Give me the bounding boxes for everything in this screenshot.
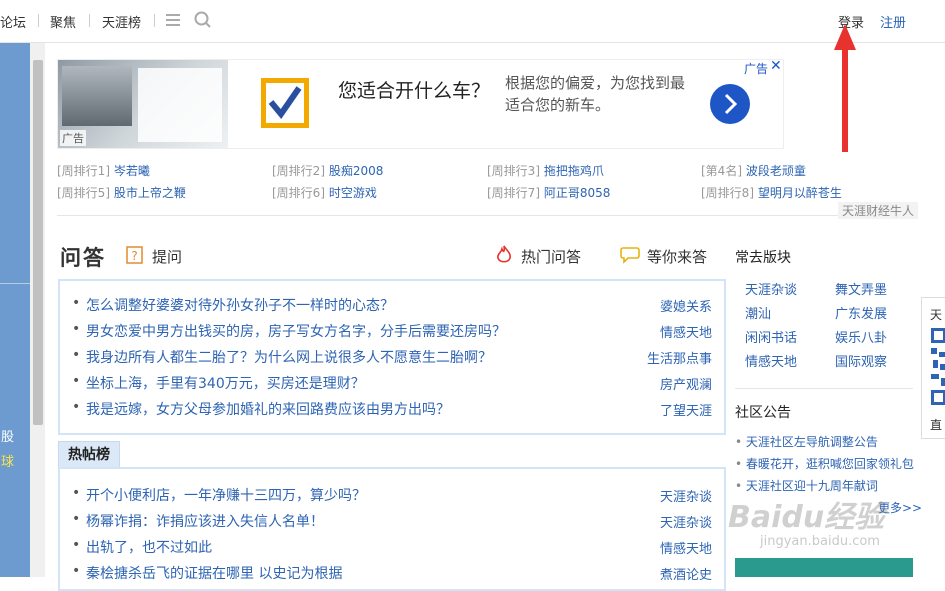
ad-image-landscape	[62, 66, 132, 126]
divider	[735, 388, 913, 389]
ranking-item[interactable]: [周排行7] 阿正哥8058	[487, 184, 610, 201]
ranking-item[interactable]: [周排行8] 望明月以醉苍生	[701, 184, 842, 201]
boards-title: 常去版块	[735, 250, 791, 266]
chat-bubble-icon	[620, 247, 640, 264]
chevron-right-icon[interactable]	[709, 83, 751, 125]
strip-label[interactable]: 股	[1, 426, 14, 445]
qr-code-icon	[931, 328, 945, 405]
list-item[interactable]: • 开个小便利店，一年净赚十三四万，算少吗？ 天涯杂谈	[72, 485, 712, 511]
board-link[interactable]: 天涯杂谈	[745, 279, 797, 298]
checkmark-logo-icon	[261, 78, 309, 128]
nav-divider	[38, 14, 39, 27]
close-icon[interactable]: ✕	[770, 58, 782, 74]
list-item[interactable]: • 怎么调整好婆婆对待外孙女孙子不一样时的心态？ 婆媳关系	[72, 295, 712, 321]
ranking-footer[interactable]: 天涯财经牛人	[838, 202, 919, 219]
qr-label: 天	[930, 308, 943, 322]
watermark-text: Baidu经验	[728, 500, 885, 535]
qr-float-panel[interactable]: 天 直	[921, 297, 945, 439]
hot-posts-tab[interactable]: 热帖榜	[58, 441, 120, 468]
watermark-url: jingyan.baidu.com	[760, 534, 880, 549]
left-nav-strip[interactable]: 股 球	[0, 43, 30, 577]
board-link[interactable]: 潮汕	[745, 303, 771, 322]
qr-label: 直	[930, 418, 943, 432]
sidebar-banner[interactable]	[735, 558, 913, 577]
divider	[57, 215, 913, 216]
list-item[interactable]: • 我身边所有人都生二胎了？为什么网上说很多人不愿意生二胎啊？ 生活那点事	[72, 347, 712, 373]
annotation-arrow-icon	[834, 24, 856, 152]
ad-banner[interactable]: 广告 您适合开什么车？ 根据您的偏爱，为您找到最适合您的新车。 广告 ✕	[57, 58, 784, 149]
notice-item[interactable]: • 天涯社区左导航调整公告	[735, 433, 878, 450]
list-item[interactable]: • 坐标上海，手里有340万元，买房还是理财？ 房产观澜	[72, 373, 712, 399]
ranking-item[interactable]: [周排行1] 岑若曦	[57, 162, 150, 179]
ad-image-screen	[138, 68, 222, 142]
nav-focus[interactable]: 聚焦	[50, 12, 76, 31]
ranking-item[interactable]: [周排行2] 股痴2008	[272, 162, 383, 179]
qa-list: • 怎么调整好婆婆对待外孙女孙子不一样时的心态？ 婆媳关系 • 男女恋爱中男方出钱买的…	[58, 279, 726, 435]
board-link[interactable]: 舞文弄墨	[835, 279, 887, 298]
top-bar: 论坛 聚焦 天涯榜 登录 注册	[0, 0, 945, 43]
strip-divider	[0, 283, 30, 284]
nav-divider	[154, 14, 155, 27]
ad-image-label: 广告	[60, 130, 86, 146]
svg-text:?: ?	[131, 249, 137, 263]
ask-button[interactable]: 提问	[152, 246, 182, 267]
more-notices-link[interactable]: 更多>>	[878, 499, 922, 516]
board-link[interactable]: 国际观察	[835, 351, 887, 370]
ranking-item[interactable]: [周排行5] 股市上帝之鞭	[57, 184, 186, 201]
hot-posts-list: • 开个小便利店，一年净赚十三四万，算少吗？ 天涯杂谈 • 杨幂诈捐：诈捐应该进入失信…	[58, 467, 726, 591]
notice-title: 社区公告	[735, 405, 791, 421]
nav-tianya-rank[interactable]: 天涯榜	[102, 12, 141, 31]
notice-item[interactable]: • 春暖花开，逛积喊您回家领礼包	[735, 455, 914, 472]
search-icon[interactable]	[194, 11, 212, 29]
ad-title[interactable]: 您适合开什么车？	[338, 78, 498, 104]
list-item[interactable]: • 杨幂诈捐：诈捐应该进入失信人名单！ 天涯杂谈	[72, 511, 712, 537]
ad-image: 广告	[58, 60, 228, 148]
list-item[interactable]: • 秦桧搪杀岳飞的证据在哪里 以史记为根据 煮酒论史	[72, 563, 712, 589]
ad-description: 根据您的偏爱，为您找到最适合您的新车。	[505, 74, 686, 114]
nav-divider	[89, 14, 90, 27]
menu-icon[interactable]	[165, 13, 181, 27]
question-icon: ?	[126, 246, 143, 264]
list-item[interactable]: • 我是远嫁，女方父母参加婚礼的来回路费应该由男方出吗？ 了望天涯	[72, 399, 712, 425]
list-item[interactable]: • 出轨了，也不过如此 情感天地	[72, 537, 712, 563]
board-link[interactable]: 广东发展	[835, 303, 887, 322]
list-item[interactable]: • 男女恋爱中男方出钱买的房，房子写女方名字，分手后需要还房吗？ 情感天地	[72, 321, 712, 347]
ad-tag: 广告	[744, 62, 769, 76]
hot-qa-tab[interactable]: 热门问答	[521, 246, 581, 267]
ranking-item[interactable]: [第4名] 波段老顽童	[701, 162, 806, 179]
board-link[interactable]: 情感天地	[745, 351, 797, 370]
ranking-item[interactable]: [周排行3] 拖把拖鸡爪	[487, 162, 604, 179]
board-link[interactable]: 闲闲书话	[745, 327, 797, 346]
board-link[interactable]: 娱乐八卦	[835, 327, 887, 346]
nav-forum[interactable]: 论坛	[0, 12, 26, 31]
waiting-answer-tab[interactable]: 等你来答	[647, 246, 707, 267]
register-link[interactable]: 注册	[880, 12, 906, 31]
ranking-item[interactable]: [周排行6] 时空游戏	[272, 184, 377, 201]
strip-label[interactable]: 球	[1, 451, 14, 470]
scrollbar-thumb[interactable]	[33, 60, 43, 425]
qa-logo: 问答	[60, 246, 106, 270]
fire-icon	[497, 245, 511, 263]
